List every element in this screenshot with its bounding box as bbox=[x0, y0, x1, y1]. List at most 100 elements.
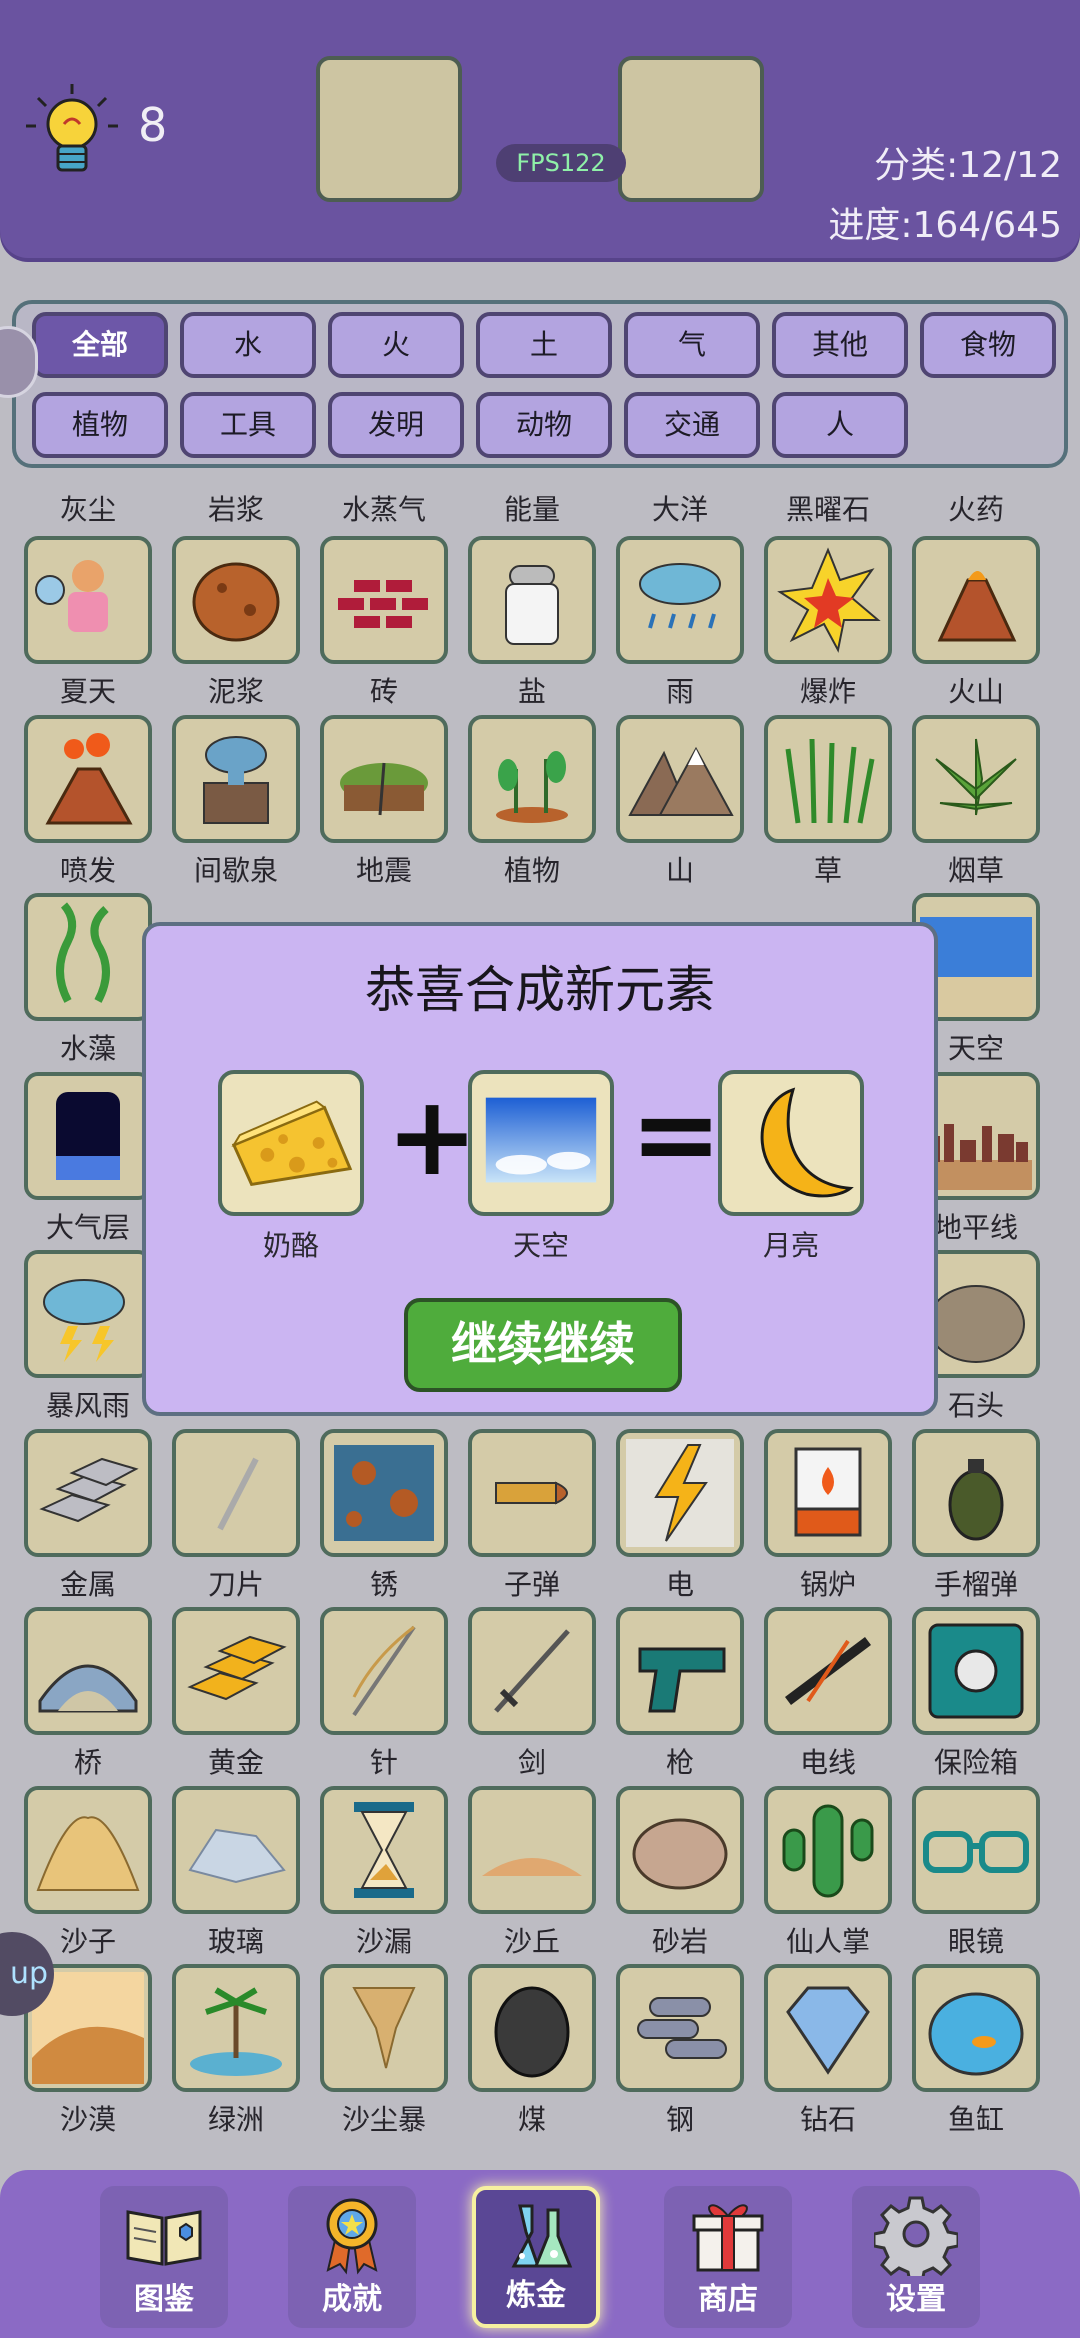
element-tile[interactable] bbox=[616, 715, 744, 843]
element-cell[interactable]: 保险箱 bbox=[912, 1607, 1040, 1779]
filter-chip-plant[interactable]: 植物 bbox=[32, 392, 168, 458]
element-cell[interactable]: 大气层 bbox=[24, 1072, 152, 1244]
element-cell[interactable]: 地震 bbox=[320, 715, 448, 887]
element-tile[interactable] bbox=[24, 1607, 152, 1735]
element-tile[interactable] bbox=[320, 1429, 448, 1557]
element-tile[interactable] bbox=[468, 1964, 596, 2092]
filter-chip-food[interactable]: 食物 bbox=[920, 312, 1056, 378]
element-tile[interactable] bbox=[24, 1429, 152, 1557]
element-cell[interactable]: 爆炸 bbox=[764, 536, 892, 708]
element-tile[interactable] bbox=[912, 1964, 1040, 2092]
element-tile[interactable] bbox=[912, 1607, 1040, 1735]
filter-chip-other[interactable]: 其他 bbox=[772, 312, 908, 378]
element-cell[interactable]: 沙丘 bbox=[468, 1786, 596, 1958]
nav-encyclopedia[interactable]: 图鉴 bbox=[100, 2186, 228, 2328]
element-tile[interactable] bbox=[24, 715, 152, 843]
element-cell[interactable]: 仙人掌 bbox=[764, 1786, 892, 1958]
element-cell[interactable]: 草 bbox=[764, 715, 892, 887]
filter-chip-human[interactable]: 人 bbox=[772, 392, 908, 458]
element-tile[interactable] bbox=[616, 1786, 744, 1914]
element-tile[interactable] bbox=[764, 715, 892, 843]
element-cell[interactable]: 刀片 bbox=[172, 1429, 300, 1601]
nav-shop[interactable]: 商店 bbox=[664, 2186, 792, 2328]
element-tile[interactable] bbox=[24, 536, 152, 664]
element-tile[interactable] bbox=[468, 1607, 596, 1735]
element-tile[interactable] bbox=[764, 536, 892, 664]
element-cell[interactable]: 电线 bbox=[764, 1607, 892, 1779]
filter-chip-fire[interactable]: 火 bbox=[328, 312, 464, 378]
element-tile[interactable] bbox=[616, 1607, 744, 1735]
filter-chip-water[interactable]: 水 bbox=[180, 312, 316, 378]
filter-chip-animal[interactable]: 动物 bbox=[476, 392, 612, 458]
element-cell[interactable]: 绿洲 bbox=[172, 1964, 300, 2136]
element-cell[interactable]: 沙漏 bbox=[320, 1786, 448, 1958]
element-cell[interactable]: 钻石 bbox=[764, 1964, 892, 2136]
filter-chip-earth[interactable]: 土 bbox=[476, 312, 612, 378]
lightbulb-icon[interactable] bbox=[24, 82, 120, 178]
continue-button[interactable]: 继续继续 bbox=[404, 1298, 682, 1392]
filter-chip-air[interactable]: 气 bbox=[624, 312, 760, 378]
element-cell[interactable]: 夏天 bbox=[24, 536, 152, 708]
nav-settings[interactable]: 设置 bbox=[852, 2186, 980, 2328]
element-tile[interactable] bbox=[172, 1786, 300, 1914]
element-cell[interactable]: 金属 bbox=[24, 1429, 152, 1601]
element-tile[interactable] bbox=[172, 536, 300, 664]
nav-alchemy[interactable]: 炼金 bbox=[472, 2186, 600, 2328]
element-tile[interactable] bbox=[24, 1072, 152, 1200]
element-cell[interactable]: 喷发 bbox=[24, 715, 152, 887]
element-cell[interactable]: 烟草 bbox=[912, 715, 1040, 887]
element-tile[interactable] bbox=[468, 1429, 596, 1557]
element-tile[interactable] bbox=[912, 536, 1040, 664]
element-tile[interactable] bbox=[468, 536, 596, 664]
element-tile[interactable] bbox=[912, 1786, 1040, 1914]
element-tile[interactable] bbox=[764, 1607, 892, 1735]
element-cell[interactable]: 火山 bbox=[912, 536, 1040, 708]
element-cell[interactable]: 水藻 bbox=[24, 893, 152, 1065]
element-cell[interactable]: 沙子 bbox=[24, 1786, 152, 1958]
combine-slot-left[interactable] bbox=[316, 56, 462, 202]
element-tile[interactable] bbox=[912, 1429, 1040, 1557]
element-cell[interactable]: 砖 bbox=[320, 536, 448, 708]
element-cell[interactable]: 沙尘暴 bbox=[320, 1964, 448, 2136]
element-cell[interactable]: 砂岩 bbox=[616, 1786, 744, 1958]
element-tile[interactable] bbox=[468, 1786, 596, 1914]
element-cell[interactable]: 锈 bbox=[320, 1429, 448, 1601]
side-tab-up[interactable]: up bbox=[0, 1932, 54, 2016]
element-cell[interactable]: 眼镜 bbox=[912, 1786, 1040, 1958]
element-tile[interactable] bbox=[172, 715, 300, 843]
element-cell[interactable]: 剑 bbox=[468, 1607, 596, 1779]
element-tile[interactable] bbox=[172, 1607, 300, 1735]
element-cell[interactable]: 植物 bbox=[468, 715, 596, 887]
element-tile[interactable] bbox=[616, 1964, 744, 2092]
element-tile[interactable] bbox=[24, 1786, 152, 1914]
element-cell[interactable]: 暴风雨 bbox=[24, 1250, 152, 1422]
element-cell[interactable]: 黄金 bbox=[172, 1607, 300, 1779]
element-tile[interactable] bbox=[320, 1607, 448, 1735]
filter-chip-all[interactable]: 全部 bbox=[32, 312, 168, 378]
element-cell[interactable]: 山 bbox=[616, 715, 744, 887]
element-tile[interactable] bbox=[320, 715, 448, 843]
filter-chip-tool[interactable]: 工具 bbox=[180, 392, 316, 458]
element-tile[interactable] bbox=[616, 536, 744, 664]
element-cell[interactable]: 锅炉 bbox=[764, 1429, 892, 1601]
element-cell[interactable]: 盐 bbox=[468, 536, 596, 708]
element-cell[interactable]: 子弹 bbox=[468, 1429, 596, 1601]
element-tile[interactable] bbox=[764, 1429, 892, 1557]
element-cell[interactable]: 桥 bbox=[24, 1607, 152, 1779]
filter-chip-transport[interactable]: 交通 bbox=[624, 392, 760, 458]
element-tile[interactable] bbox=[468, 715, 596, 843]
element-tile[interactable] bbox=[764, 1786, 892, 1914]
element-tile[interactable] bbox=[24, 893, 152, 1021]
element-cell[interactable]: 间歇泉 bbox=[172, 715, 300, 887]
element-cell[interactable]: 手榴弹 bbox=[912, 1429, 1040, 1601]
element-cell[interactable]: 泥浆 bbox=[172, 536, 300, 708]
element-tile[interactable] bbox=[320, 536, 448, 664]
combine-slot-right[interactable] bbox=[618, 56, 764, 202]
element-cell[interactable]: 钢 bbox=[616, 1964, 744, 2136]
element-cell[interactable]: 电 bbox=[616, 1429, 744, 1601]
element-cell[interactable]: 枪 bbox=[616, 1607, 744, 1779]
element-cell[interactable]: 煤 bbox=[468, 1964, 596, 2136]
element-tile[interactable] bbox=[320, 1964, 448, 2092]
element-cell[interactable]: 雨 bbox=[616, 536, 744, 708]
element-tile[interactable] bbox=[912, 715, 1040, 843]
